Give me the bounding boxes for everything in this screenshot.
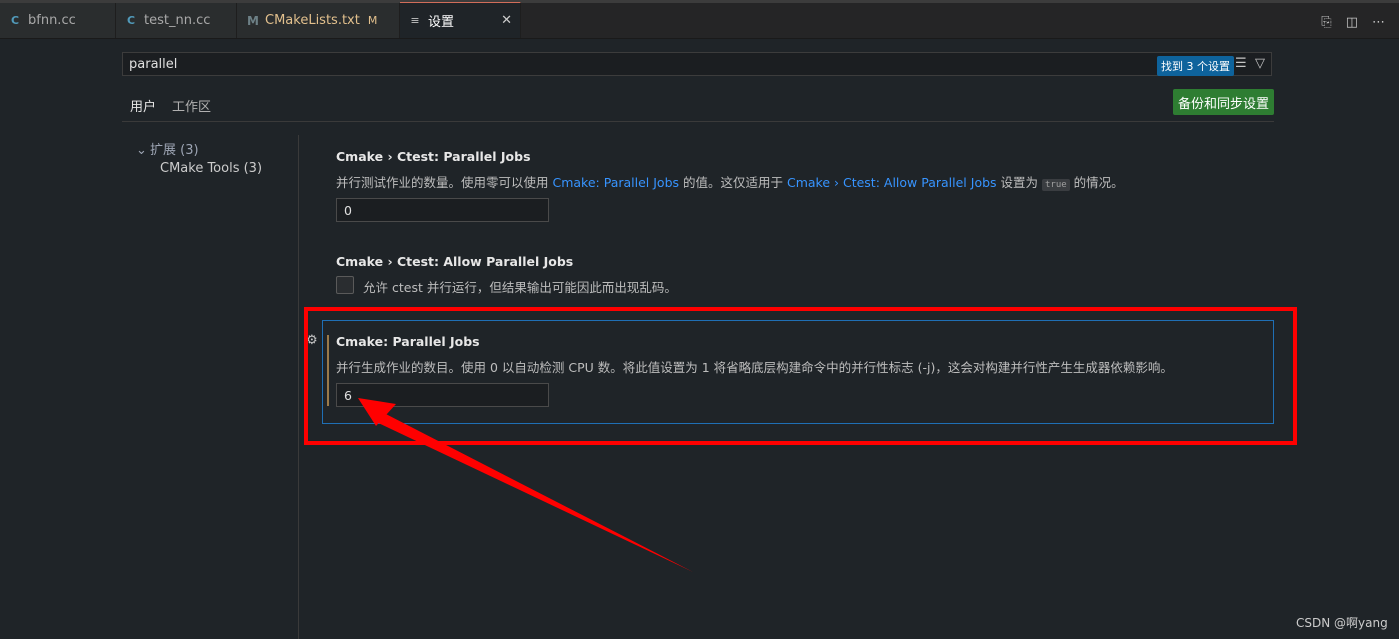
watermark: CSDN @啊yang [1296, 616, 1388, 630]
annotation-red-arrow [358, 398, 693, 572]
arrow-shaft [372, 410, 693, 572]
